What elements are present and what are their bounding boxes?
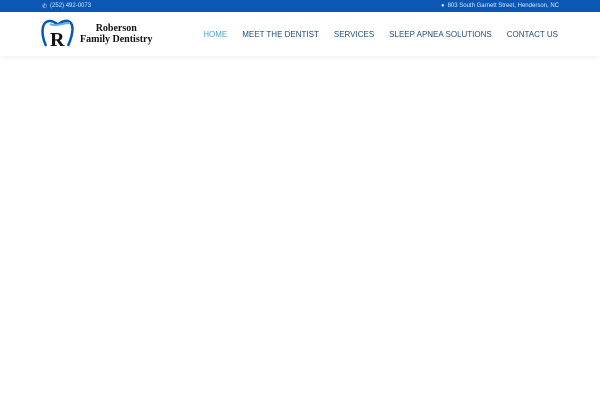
- phone-icon: ✆: [42, 3, 48, 10]
- nav-contact-us[interactable]: CONTACT US: [507, 30, 558, 39]
- nav-sleep-apnea-solutions[interactable]: SLEEP APNEA SOLUTIONS: [389, 30, 492, 39]
- nav-meet-the-dentist[interactable]: MEET THE DENTIST: [242, 30, 319, 39]
- main-nav: HOME MEET THE DENTIST SERVICES SLEEP APN…: [203, 30, 558, 39]
- logo[interactable]: R Roberson Family Dentistry: [40, 18, 153, 50]
- phone-link[interactable]: ✆ (252) 492-0073: [42, 3, 91, 10]
- svg-text:R: R: [50, 29, 65, 50]
- logo-line2: Family Dentistry: [80, 34, 153, 45]
- top-bar: ✆ (252) 492-0073 ● 803 South Garnett Stree…: [0, 0, 600, 12]
- logo-text: Roberson Family Dentistry: [80, 23, 153, 45]
- logo-line1: Roberson: [95, 23, 137, 34]
- address-text: 803 South Garnett Street, Henderson, NC: [447, 3, 559, 9]
- tooth-logo-icon: R: [41, 19, 74, 50]
- nav-home[interactable]: HOME: [203, 30, 227, 39]
- nav-services[interactable]: SERVICES: [334, 30, 374, 39]
- phone-number: (252) 492-0073: [50, 3, 92, 9]
- map-pin-icon: ●: [440, 3, 445, 9]
- header: R Roberson Family Dentistry HOME MEET TH…: [0, 12, 600, 56]
- address: ● 803 South Garnett Street, Henderson, NC: [441, 3, 559, 9]
